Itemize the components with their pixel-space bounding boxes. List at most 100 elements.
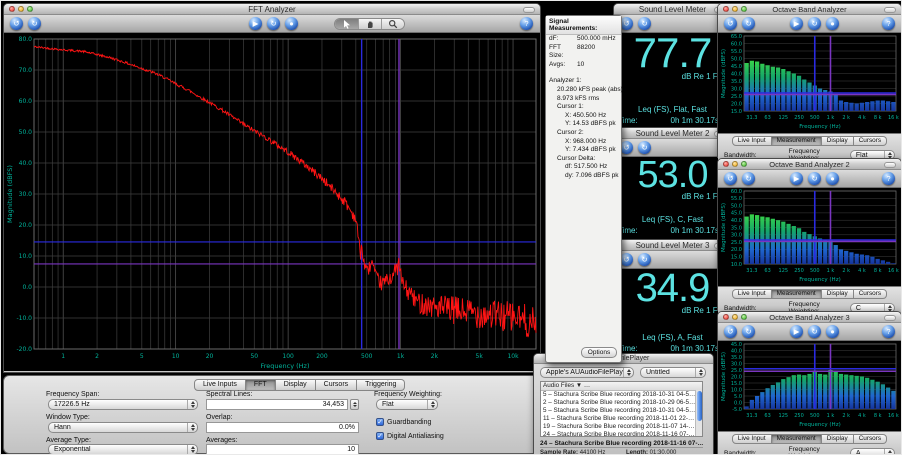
octave-tab-measurement[interactable]: Measurement — [772, 289, 822, 299]
fft-settings-tab-triggering[interactable]: Triggering — [357, 379, 405, 391]
fft-titlebar[interactable]: FFT Analyzer — [4, 4, 540, 15]
window-traffic-lights[interactable] — [723, 161, 747, 167]
window-type-select[interactable]: Hann — [48, 422, 198, 433]
minimize-icon[interactable] — [732, 6, 738, 12]
collapse-widget-icon[interactable] — [523, 7, 535, 13]
snapshot-back-button[interactable]: ↺ — [10, 17, 23, 30]
minimize-icon[interactable] — [18, 6, 24, 12]
close-icon[interactable] — [9, 6, 15, 12]
info-button[interactable]: ? — [882, 325, 895, 338]
audio-file-item[interactable]: 19 – Stachura Scribe Blue recording 2018… — [541, 423, 702, 431]
zoom-tool-segment[interactable] — [381, 19, 404, 29]
octave-tab-cursors[interactable]: Cursors — [854, 289, 887, 299]
play-button[interactable]: ▶ — [249, 17, 262, 30]
restart-button[interactable]: ↻ — [808, 17, 821, 30]
info-button[interactable]: ? — [882, 172, 895, 185]
play-button[interactable]: ▶ — [790, 17, 803, 30]
frequency-span-select[interactable]: 17226.5 Hz — [48, 399, 198, 410]
audio-files-list-header[interactable]: Audio Files ▼ … — [541, 382, 702, 391]
collapse-widget-icon[interactable] — [884, 162, 896, 168]
info-button[interactable]: ? — [882, 17, 895, 30]
fft-settings-tab-display[interactable]: Display — [276, 379, 316, 391]
view-select[interactable]: Apple's AUAudioFilePlayer View — [540, 367, 634, 378]
meter2-titlebar[interactable]: Sound Level Meter 2 — [614, 128, 731, 139]
fft-settings-tab-live-inputs[interactable]: Live Inputs — [194, 379, 246, 391]
tool-mode-segmented-control[interactable] — [334, 18, 405, 30]
zoom-window-icon[interactable] — [741, 161, 747, 167]
fft-settings-tab-cursors[interactable]: Cursors — [316, 379, 358, 391]
average-type-select[interactable]: Exponential — [48, 444, 198, 455]
close-icon[interactable] — [723, 161, 729, 167]
snapshot-back-button[interactable]: ↺ — [724, 325, 737, 338]
record-button[interactable]: ● — [285, 17, 298, 30]
meter1-titlebar[interactable]: Sound Level Meter — [614, 4, 731, 15]
snapshot-forward-button[interactable]: ↻ — [638, 253, 651, 266]
window-traffic-lights[interactable] — [723, 6, 747, 12]
overlap-input[interactable]: 0.0% — [206, 422, 359, 433]
octave-weighting-select[interactable]: A — [850, 448, 895, 455]
record-button[interactable]: ● — [826, 172, 839, 185]
octave-tab-live-input[interactable]: Live Input — [732, 434, 772, 444]
snapshot-forward-button[interactable]: ↻ — [742, 17, 755, 30]
snapshot-forward-button[interactable]: ↻ — [28, 17, 41, 30]
octave-tab-cursors[interactable]: Cursors — [854, 136, 887, 146]
play-button[interactable]: ▶ — [790, 172, 803, 185]
octave-tab-live-input[interactable]: Live Input — [732, 289, 772, 299]
collapse-widget-icon[interactable] — [884, 7, 896, 13]
pointer-tool-segment[interactable] — [335, 19, 358, 29]
minimize-icon[interactable] — [732, 314, 738, 320]
restart-button[interactable]: ↻ — [808, 325, 821, 338]
play-button[interactable]: ▶ — [790, 325, 803, 338]
snapshot-forward-button[interactable]: ↻ — [742, 325, 755, 338]
octave-tab-live-input[interactable]: Live Input — [732, 136, 772, 146]
restart-button[interactable]: ↻ — [267, 17, 280, 30]
audio-file-item[interactable]: 5 – Stachura Scribe Blue recording 2018-… — [541, 407, 702, 415]
oba-titlebar[interactable]: Octave Band Analyzer 2 — [718, 159, 901, 170]
record-button[interactable]: ● — [826, 17, 839, 30]
record-button[interactable]: ● — [826, 325, 839, 338]
octave-tab-display[interactable]: Display — [822, 136, 854, 146]
audio-file-item[interactable]: 11 – Stachura Scribe Blue recording 2018… — [541, 415, 702, 423]
list-scrollbar[interactable] — [695, 390, 702, 436]
oba-titlebar[interactable]: Octave Band Analyzer — [718, 4, 901, 15]
averages-input[interactable]: 10 — [206, 444, 359, 455]
options-button[interactable]: Options — [581, 347, 617, 358]
zoom-window-icon[interactable] — [27, 6, 33, 12]
octave-tab-measurement[interactable]: Measurement — [772, 136, 822, 146]
hand-tool-segment[interactable] — [358, 19, 381, 29]
octave-tab-display[interactable]: Display — [822, 289, 854, 299]
octave-bar — [786, 377, 790, 409]
octave-tab-cursors[interactable]: Cursors — [854, 434, 887, 444]
fft-settings-tab-fft[interactable]: FFT — [246, 379, 276, 391]
zoom-window-icon[interactable] — [741, 314, 747, 320]
collapse-widget-icon[interactable] — [884, 315, 896, 321]
oba-titlebar[interactable]: Octave Band Analyzer 3 — [718, 312, 901, 323]
info-button[interactable]: ? — [520, 17, 533, 30]
scrollbar-thumb[interactable] — [697, 391, 702, 421]
window-traffic-lights[interactable] — [723, 314, 747, 320]
snapshot-forward-button[interactable]: ↻ — [742, 172, 755, 185]
audio-file-item[interactable]: 2 – Stachura Scribe Blue recording 2018-… — [541, 399, 702, 407]
antialiasing-checkbox[interactable]: ✓ — [376, 432, 384, 440]
snapshot-back-button[interactable]: ↺ — [724, 172, 737, 185]
snapshot-forward-button[interactable]: ↻ — [638, 17, 651, 30]
guardbanding-checkbox[interactable]: ✓ — [376, 418, 384, 426]
zoom-window-icon[interactable] — [741, 6, 747, 12]
audio-file-item[interactable]: 24 – Stachura Scribe Blue recording 2018… — [541, 431, 702, 437]
restart-button[interactable]: ↻ — [808, 172, 821, 185]
octave-tab-measurement[interactable]: Measurement — [772, 434, 822, 444]
window-traffic-lights[interactable] — [9, 6, 33, 12]
spectral-lines-input[interactable]: 34,453 — [206, 399, 348, 410]
minimize-icon[interactable] — [732, 161, 738, 167]
spectral-lines-stepper[interactable] — [350, 399, 359, 410]
close-icon[interactable] — [723, 6, 729, 12]
signal-measurements-title[interactable]: Signal Measurements: — [546, 16, 621, 35]
meter3-titlebar[interactable]: Sound Level Meter 3 — [614, 240, 731, 251]
audio-file-item[interactable]: 5 – Stachura Scribe Blue recording 2018-… — [541, 391, 702, 399]
close-icon[interactable] — [723, 314, 729, 320]
octave-tab-display[interactable]: Display — [822, 434, 854, 444]
snapshot-back-button[interactable]: ↺ — [724, 17, 737, 30]
frequency-weighting-select[interactable]: Flat — [376, 399, 438, 410]
preset-select[interactable]: Untitled — [640, 367, 706, 378]
snapshot-forward-button[interactable]: ↻ — [638, 141, 651, 154]
